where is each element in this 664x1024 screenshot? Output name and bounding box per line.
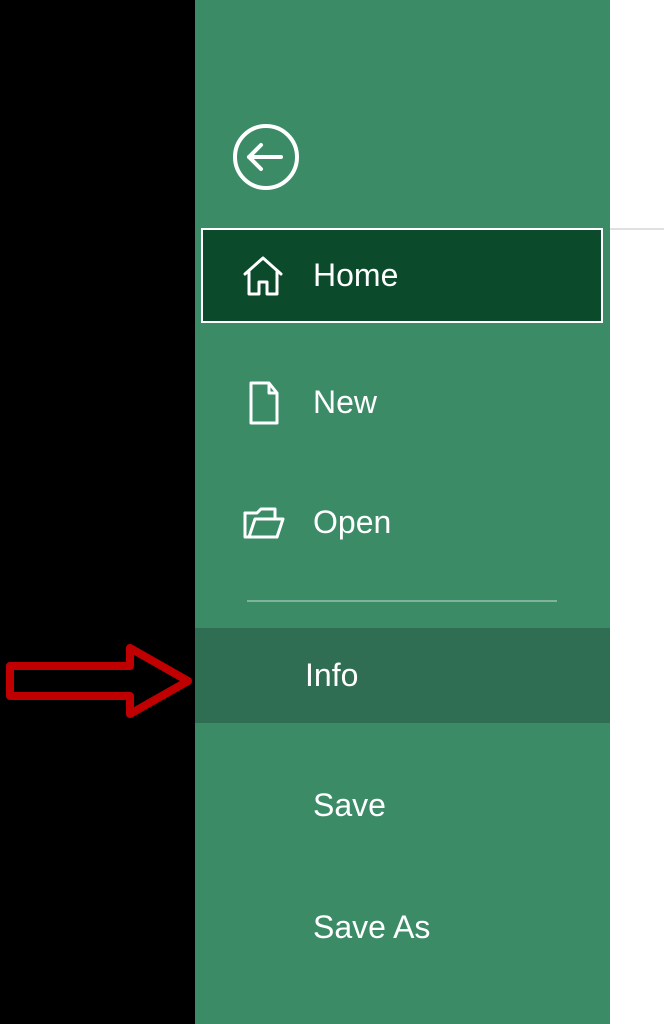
menu-item-save[interactable]: Save — [203, 758, 601, 853]
menu-item-home[interactable]: Home — [201, 228, 603, 323]
menu-item-label: Home — [313, 257, 398, 294]
screenshot-stage: Home New Open — [0, 0, 664, 1024]
menu-divider — [247, 600, 557, 602]
home-icon — [239, 252, 287, 300]
folder-open-icon — [239, 499, 287, 547]
back-button[interactable] — [231, 122, 301, 192]
menu-item-new[interactable]: New — [203, 355, 601, 450]
menu-item-label: Open — [313, 504, 391, 541]
menu-item-open[interactable]: Open — [203, 475, 601, 570]
file-menu-sidebar: Home New Open — [195, 0, 610, 1024]
menu-item-save-as[interactable]: Save As — [203, 880, 601, 975]
content-area-top-border — [610, 228, 664, 230]
menu-item-label: Save As — [313, 909, 430, 946]
black-background-strip — [0, 0, 195, 1024]
back-arrow-icon — [231, 122, 301, 192]
menu-item-label: Info — [305, 657, 358, 694]
content-area — [610, 0, 664, 1024]
menu-item-label: New — [313, 384, 377, 421]
menu-item-label: Save — [313, 787, 386, 824]
document-icon — [239, 379, 287, 427]
menu-item-info[interactable]: Info — [195, 628, 610, 723]
